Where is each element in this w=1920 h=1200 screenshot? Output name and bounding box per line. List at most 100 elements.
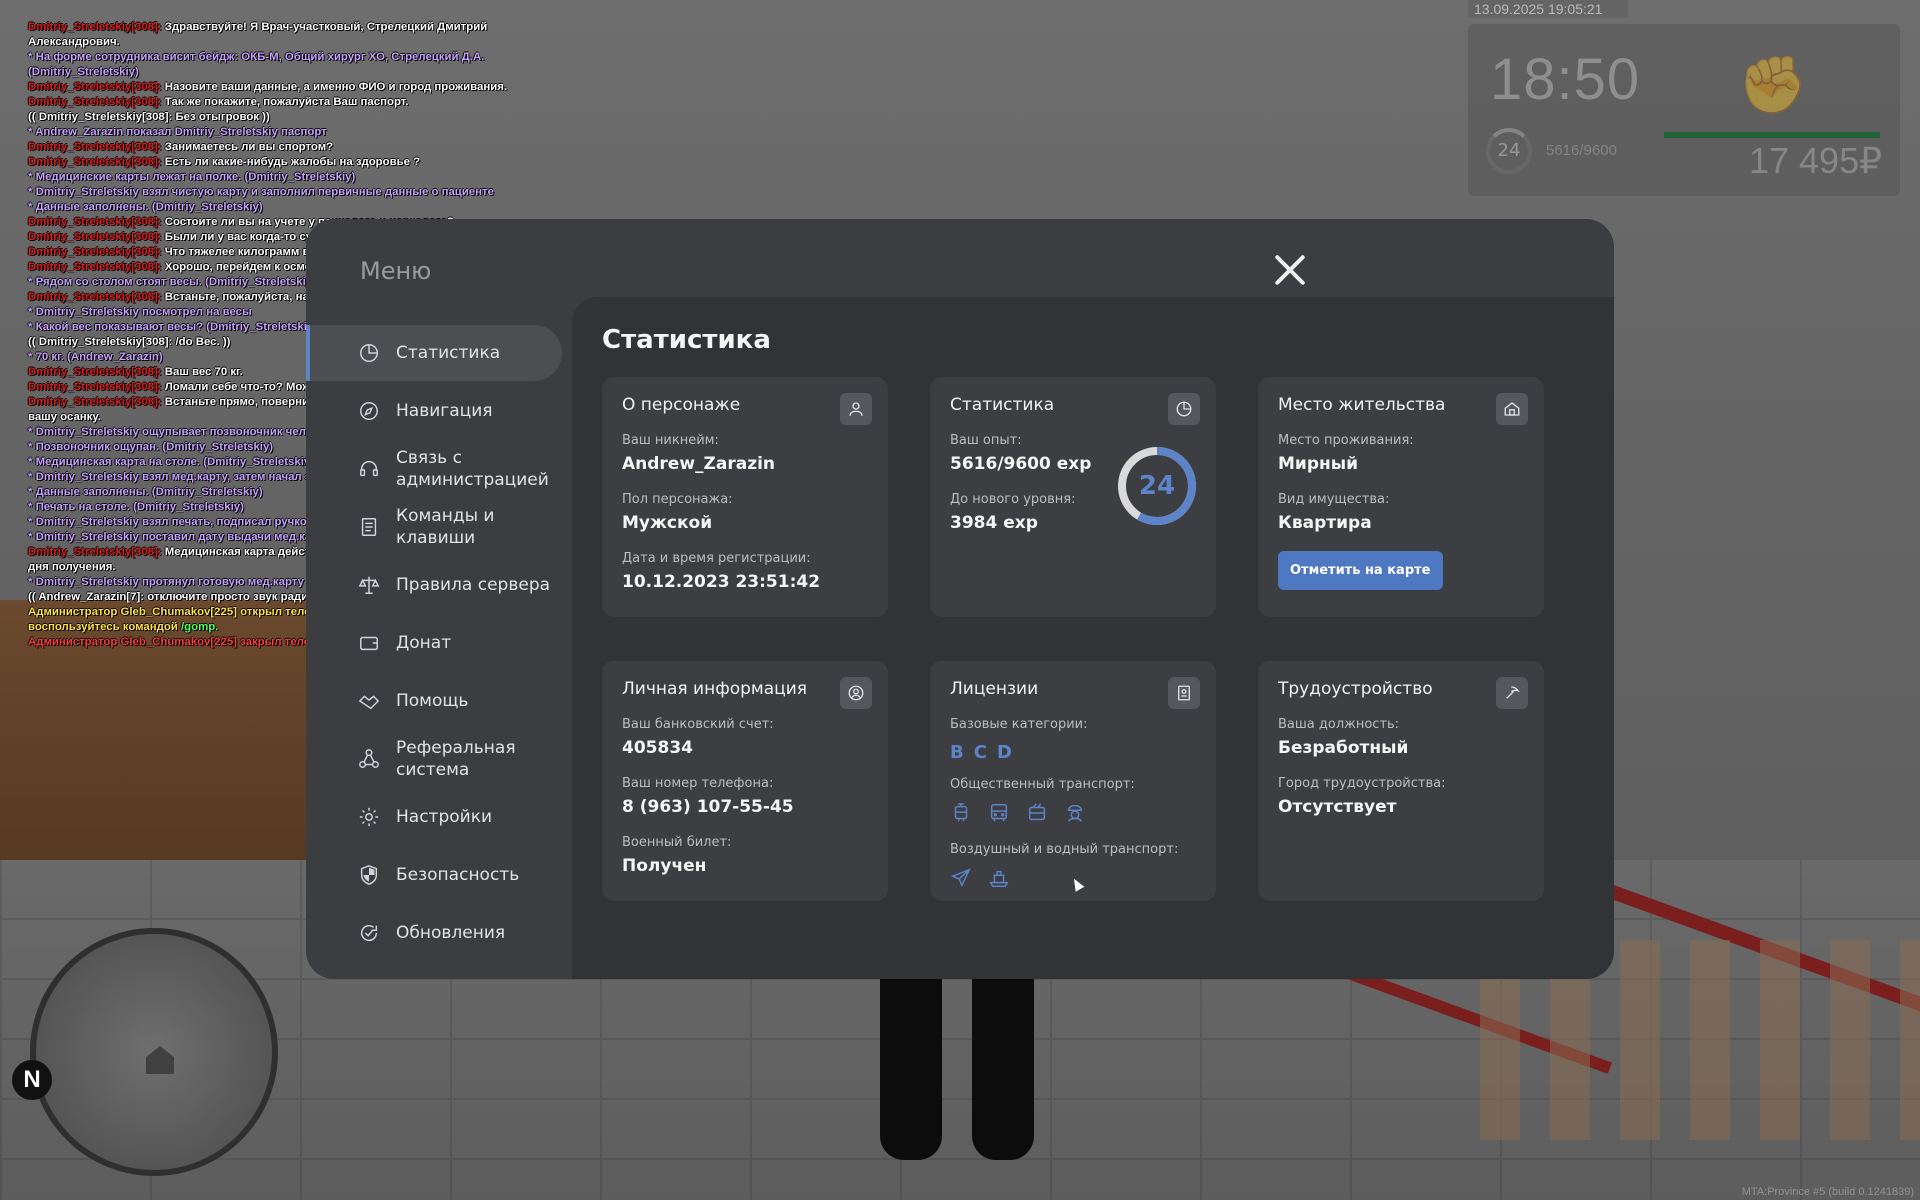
chat-nick: Dmitriy_Streletskiy[308]: [28,396,162,408]
chat-nick: Dmitriy_Streletskiy[308]: [28,96,162,108]
pie-chart-icon [1168,393,1200,425]
user-icon [840,393,872,425]
driver-icon [1064,802,1086,828]
page-title: Статистика [602,325,771,355]
sidebar-item-label: Навигация [396,401,493,421]
sidebar-item-label: Помощь [396,691,469,711]
health-bar [1664,132,1880,138]
bus-icon [988,802,1010,828]
chat-line: Dmitriy_Streletskiy[308]: Занимаетесь ли… [28,140,508,155]
sidebar-item-settings[interactable]: Настройки [306,789,562,845]
chat-line: Dmitriy_Streletskiy[308]: Здравствуйте! … [28,20,508,50]
card-title: Личная информация [622,679,808,699]
refresh-check-icon [356,920,382,946]
bank-account-value: 405834 [622,738,693,758]
shield-icon [356,862,382,888]
hud-datetime: 13.09.2025 19:05:21 [1468,0,1628,18]
chat-action: * Dmitriy_Streletskiy ощупывает позвоноч… [28,426,338,438]
sidebar-item-statistics[interactable]: Статистика [306,325,562,381]
level-progress-ring: 24 [1116,445,1198,527]
field-label: Ваша должность: [1278,717,1400,732]
chat-nick: Dmitriy_Streletskiy[308]: [28,141,162,153]
sidebar-item-label: Команды и клавиши [396,506,495,548]
chat-message: Есть ли какие-нибудь жалобы на здоровье … [164,156,421,168]
pickaxe-icon [1496,677,1528,709]
phone-value: 8 (963) 107-55-45 [622,797,794,817]
ship-icon [988,867,1010,893]
chat-action: * Позвоночник ощупан. (Dmitriy_Streletsk… [28,441,274,453]
card-title: Место жительства [1278,395,1446,415]
sidebar-item-help[interactable]: Помощь [306,673,562,729]
field-label: Военный билет: [622,835,732,850]
scales-icon [356,572,382,598]
sidebar-item-commands[interactable]: Команды и клавиши [306,499,562,555]
id-card-icon [1168,677,1200,709]
nickname-value: Andrew_Zarazin [622,454,776,474]
hud-level: 24 [1486,128,1532,174]
work-city-value: Отсутствует [1278,797,1397,817]
compass-icon [356,398,382,424]
sidebar-item-label: Обновления [396,923,506,943]
hud-money: 17 495₽ [1748,140,1882,181]
chat-nick: Dmitriy_Streletskiy[308]: [28,291,162,303]
chat-line: * Andrew_Zarazin показал Dmitriy_Strelet… [28,125,508,140]
chat-nick: Dmitriy_Streletskiy[308]: [28,381,162,393]
chat-nick: Dmitriy_Streletskiy[308]: [28,231,162,243]
content-panel: Статистика О персонаже Ваш никнейм: Andr… [572,297,1614,979]
chat-message: Занимаетесь ли вы спортом? [164,141,334,153]
plane-icon [950,867,972,893]
sidebar-item-rules[interactable]: Правила сервера [306,557,562,613]
network-icon [356,746,382,772]
field-label: Общественный транспорт: [950,777,1135,792]
sidebar-item-donate[interactable]: Донат [306,615,562,671]
chat-line: Dmitriy_Streletskiy[308]: Есть ли какие-… [28,155,508,170]
pie-chart-icon [356,340,382,366]
chat-line: * Данные заполнены. (Dmitriy_Streletskiy… [28,200,508,215]
field-label: Ваш номер телефона: [622,776,774,791]
menu-title: Меню [360,257,432,285]
registration-value: 10.12.2023 23:51:42 [622,572,821,592]
chat-command: /gomp. [180,621,219,633]
property-value: Квартира [1278,513,1372,533]
sidebar-item-referral[interactable]: Реферальная система [306,731,562,787]
hud-time: 18:50 [1490,47,1641,112]
sidebar-item-label: Безопасность [396,865,520,885]
build-info: MTA:Province #5 (build 0.1241839) [1741,1186,1914,1198]
stats-card: Статистика Ваш опыт: 5616/9600 exp До но… [930,377,1216,617]
chat-action: * Медицинская карта на столе. (Dmitriy_S… [28,456,314,468]
sidebar-item-support[interactable]: Связь с администрацией [306,441,562,497]
sidebar-item-security[interactable]: Безопасность [306,847,562,903]
wallet-icon [356,630,382,656]
chat-line: (( Dmitriy_Streletskiy[308]: Без отыгров… [28,110,508,125]
house-icon [146,1046,174,1074]
handshake-icon [356,688,382,714]
close-icon[interactable] [1270,250,1310,290]
mark-on-map-button[interactable]: Отметить на карте [1278,551,1443,590]
field-label: Вид имущества: [1278,492,1390,507]
license-categories: B C D [950,742,1196,763]
chat-line: * Dmitriy_Streletskiy взял чистую карту … [28,185,508,200]
chat-nick: Dmitriy_Streletskiy[308]: [28,246,162,258]
sidebar-item-updates[interactable]: Обновления [306,905,562,961]
card-title: Лицензии [950,679,1039,699]
chat-nick: Dmitriy_Streletskiy[308]: [28,366,162,378]
sidebar-item-navigation[interactable]: Навигация [306,383,562,439]
tram-icon [950,802,972,828]
chat-action: * Медицинские карты лежат на полке. (Dmi… [28,171,356,183]
sidebar-item-label: Донат [396,633,452,653]
chat-action: * Какой вес показывают весы? (Dmitriy_St… [28,321,318,333]
trolleybus-icon [1026,802,1048,828]
player-leg [880,960,942,1160]
gender-value: Мужской [622,513,713,533]
chat-message: Ваш вес 70 кг. [164,366,243,378]
chat-nick: Dmitriy_Streletskiy[308]: [28,81,162,93]
card-title: Трудоустройство [1278,679,1433,699]
licenses-card: Лицензии Базовые категории: B C D Общест… [930,661,1216,901]
hud-exp: 5616/9600 [1546,142,1617,159]
player-leg [972,960,1034,1160]
chat-line: * На форме сотрудника висит бейдж: ОКБ-М… [28,50,508,80]
chat-nick: Dmitriy_Streletskiy[308]: [28,156,162,168]
chat-action: * Данные заполнены. (Dmitriy_Streletskiy… [28,201,263,213]
field-label: Дата и время регистрации: [622,551,811,566]
chat-ooc: (( Dmitriy_Streletskiy[308]: Без отыгров… [28,111,270,123]
